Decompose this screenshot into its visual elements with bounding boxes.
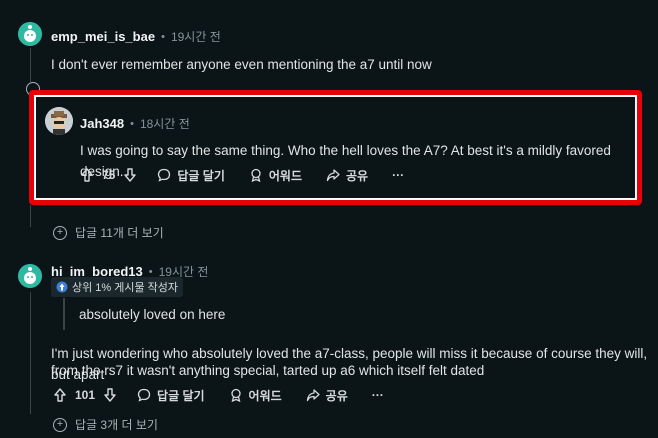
- separator-dot: •: [161, 30, 165, 43]
- username[interactable]: Jah348: [80, 116, 124, 131]
- timestamp[interactable]: 18시간 전: [140, 115, 190, 132]
- share-icon: [306, 388, 320, 402]
- blockquote: absolutely loved on here: [63, 298, 225, 330]
- share-button-label: 공유: [325, 388, 348, 403]
- reply-action-row: 75 답글 달기 어워드 공유 ···: [80, 167, 404, 183]
- award-icon: [249, 168, 263, 182]
- more-options-icon[interactable]: ···: [372, 388, 384, 402]
- more-replies-link[interactable]: + 답글 3개 더 보기: [53, 416, 158, 433]
- upvote-icon[interactable]: [80, 168, 94, 182]
- comment-header: emp_mei_is_bae • 19시간 전: [51, 28, 221, 45]
- plus-circle-icon: +: [53, 225, 67, 240]
- more-options-icon[interactable]: ···: [392, 168, 404, 182]
- comment-action-row: 101 답글 달기 어워드 공유 ···: [53, 387, 384, 403]
- upvote-icon[interactable]: [53, 388, 67, 402]
- user-flair: 상위 1% 게시물 작성자: [51, 277, 184, 298]
- more-replies-label: 답글 11개 더 보기: [75, 226, 164, 240]
- avatar[interactable]: [18, 22, 42, 46]
- comment-text-line-2: from the rs7 it wasn't anything special,…: [51, 363, 485, 378]
- share-icon: [326, 168, 340, 182]
- reply-button-label: 답글 달기: [157, 388, 205, 403]
- thread-line[interactable]: [30, 292, 31, 414]
- reply-button-label: 답글 달기: [177, 168, 225, 183]
- snoo-avatar-icon: [18, 264, 42, 288]
- reply-button[interactable]: 답글 달기: [157, 167, 225, 184]
- award-button[interactable]: 어워드: [229, 387, 282, 404]
- thread-line[interactable]: [30, 205, 31, 227]
- award-button-label: 어워드: [248, 388, 282, 403]
- award-button[interactable]: 어워드: [249, 167, 302, 184]
- top-poster-icon: [56, 281, 68, 293]
- snoo-avatar-icon: [18, 22, 42, 46]
- user-avatar-icon: [45, 107, 73, 135]
- reply-button[interactable]: 답글 달기: [137, 387, 205, 404]
- downvote-icon[interactable]: [103, 388, 117, 402]
- share-button[interactable]: 공유: [326, 167, 368, 184]
- flair-text: 상위 1% 게시물 작성자: [72, 282, 179, 294]
- separator-dot: •: [130, 117, 134, 130]
- award-icon: [229, 388, 243, 402]
- avatar[interactable]: [45, 107, 73, 135]
- timestamp[interactable]: 19시간 전: [171, 28, 221, 45]
- comment-bubble-icon: [137, 388, 151, 402]
- comment-text: I don't ever remember anyone even mentio…: [51, 57, 432, 72]
- separator-dot: •: [148, 265, 153, 278]
- more-replies-label: 답글 3개 더 보기: [75, 418, 158, 432]
- reply-header: Jah348 • 18시간 전: [80, 115, 190, 132]
- flair-badge: 상위 1% 게시물 작성자: [51, 277, 184, 297]
- vote-count: 101: [75, 388, 96, 402]
- quote-text: absolutely loved on here: [79, 306, 226, 322]
- more-replies-link[interactable]: + 답글 11개 더 보기: [53, 224, 164, 241]
- share-button-label: 공유: [345, 168, 369, 183]
- username[interactable]: emp_mei_is_bae: [51, 29, 155, 44]
- award-button-label: 어워드: [268, 168, 302, 183]
- vote-count: 75: [102, 168, 116, 182]
- downvote-icon[interactable]: [123, 168, 137, 182]
- plus-circle-icon: +: [53, 417, 67, 432]
- avatar[interactable]: [18, 264, 42, 288]
- comment-bubble-icon: [157, 168, 171, 182]
- share-button[interactable]: 공유: [306, 387, 348, 404]
- thread-line[interactable]: [30, 48, 31, 82]
